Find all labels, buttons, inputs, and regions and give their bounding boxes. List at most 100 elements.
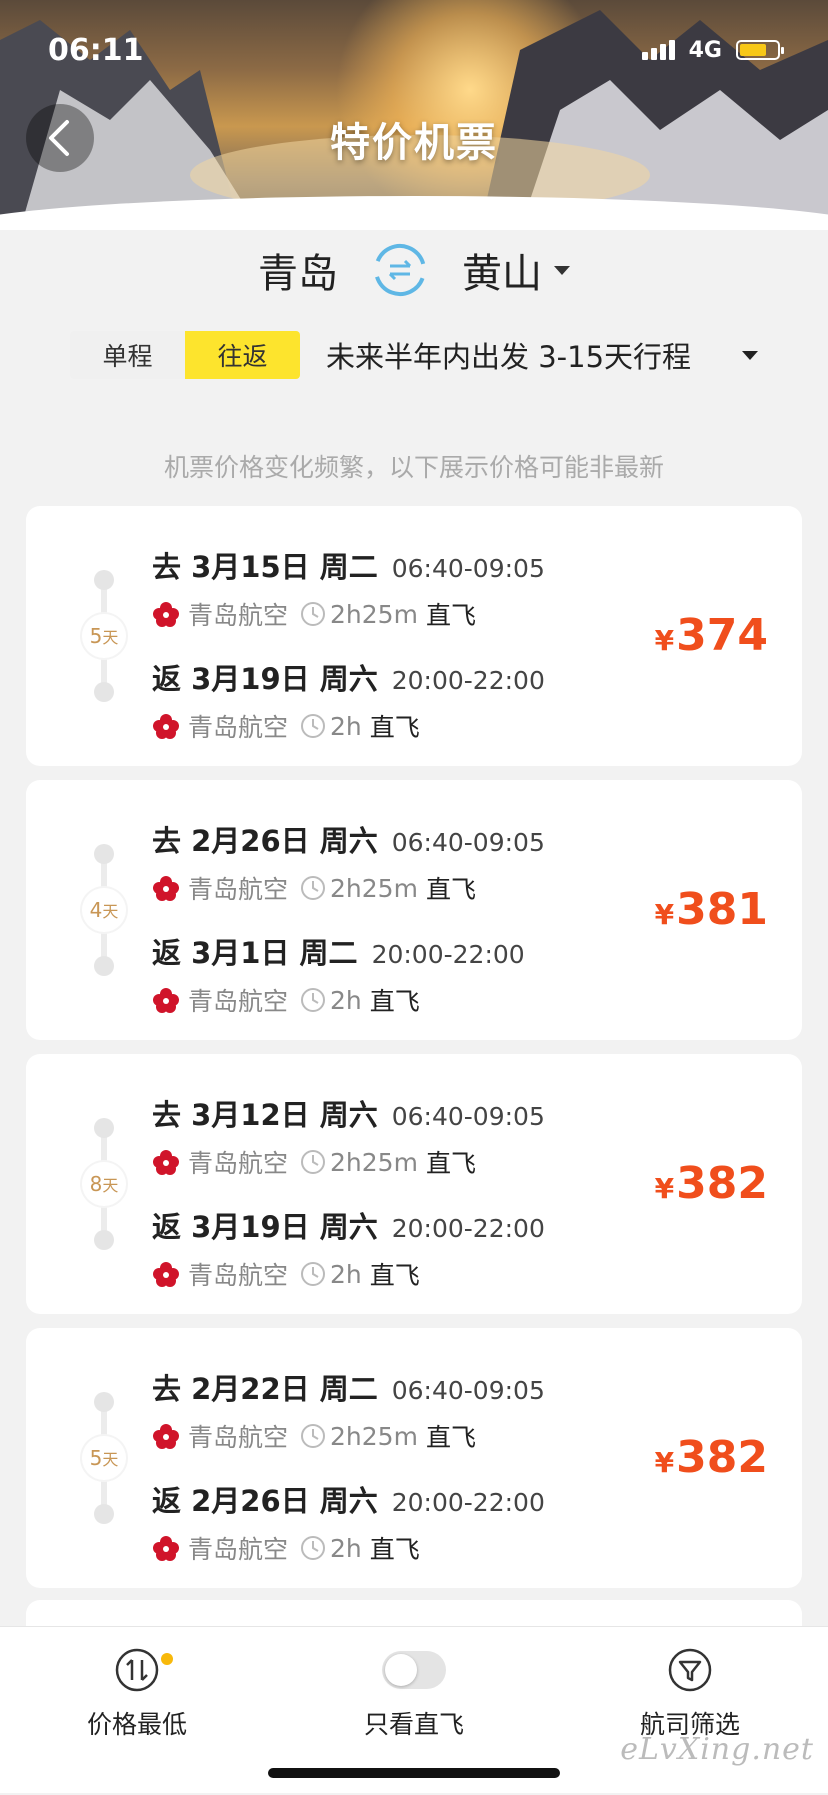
- flight-time: 20:00-22:00: [391, 666, 545, 695]
- flight-result-card[interactable]: 5天去 3月15日 周二 06:40-09:05 青岛航空 2h25m 直飞返 3月19…: [26, 506, 802, 766]
- filter-icon: [668, 1648, 712, 1692]
- caret-down-icon: [554, 265, 570, 275]
- clock-icon: [301, 1536, 326, 1560]
- airline-logo-icon: [153, 1424, 179, 1449]
- notification-dot: [161, 1653, 173, 1665]
- currency-symbol: ¥: [654, 898, 675, 931]
- trip-days-unit: 天: [102, 1450, 119, 1469]
- trip-days-badge: 5天: [82, 614, 126, 658]
- flight-result-card[interactable]: 4天去 2月26日 周六 06:40-09:05 青岛航空 2h25m 直飞返 3月1日…: [26, 780, 802, 1040]
- date-range-selector[interactable]: 未来半年内出发 3-15天行程: [326, 334, 742, 376]
- clock-icon: [301, 988, 326, 1012]
- battery-icon: [736, 40, 784, 60]
- flight-date: 去 2月22日 周二: [152, 1372, 378, 1406]
- trip-days-unit: 天: [102, 628, 119, 647]
- airline-name: 青岛航空: [188, 713, 289, 742]
- price-value: 382: [676, 1158, 768, 1209]
- destination-picker[interactable]: 黄山: [462, 241, 570, 299]
- airline-name: 青岛航空: [188, 1423, 289, 1452]
- flight-date: 去 2月26日 周六: [152, 824, 378, 858]
- trip-timeline: 4天: [82, 840, 126, 980]
- flight-type: 直飞: [425, 1423, 476, 1452]
- flight-date: 返 2月26日 周六: [152, 1484, 378, 1518]
- flight-result-card[interactable]: 5天去 2月22日 周二 06:40-09:05 青岛航空 2h25m 直飞返 2月26…: [26, 1328, 802, 1588]
- flight-date: 返 3月1日 周二: [152, 936, 358, 970]
- price-value: 382: [676, 1432, 768, 1483]
- trip-timeline: 5天: [82, 1388, 126, 1528]
- flight-time: 06:40-09:05: [391, 1376, 545, 1405]
- flight-time: 20:00-22:00: [391, 1214, 545, 1243]
- price: ¥382: [655, 1432, 768, 1483]
- flight-result-card[interactable]: 8天去 3月12日 周六 06:40-09:05 青岛航空 2h25m 直飞返 3月19…: [26, 1054, 802, 1314]
- caret-down-icon[interactable]: [742, 350, 758, 360]
- airline-name: 青岛航空: [188, 1261, 289, 1290]
- status-bar: 06:11 4G: [48, 30, 784, 70]
- return-flight: 返 3月1日 周二 20:00-22:00 青岛航空 2h 直飞: [152, 930, 525, 1018]
- airline-logo-icon: [153, 714, 179, 739]
- trip-days: 5: [89, 624, 103, 648]
- watermark: eLvXing.net: [620, 1732, 814, 1767]
- flight-duration: 2h: [330, 711, 362, 741]
- toggle-switch[interactable]: [382, 1651, 446, 1689]
- clock-icon: [301, 602, 326, 626]
- sort-icon: [115, 1648, 159, 1692]
- flight-duration: 2h25m: [330, 873, 418, 903]
- outbound-flight: 去 2月22日 周二 06:40-09:05 青岛航空 2h25m 直飞: [152, 1366, 545, 1454]
- trip-days: 5: [89, 1446, 103, 1470]
- sort-by-price-button[interactable]: 价格最低: [37, 1641, 237, 1741]
- trip-days: 8: [89, 1172, 103, 1196]
- clock-icon: [301, 876, 326, 900]
- return-flight: 返 3月19日 周六 20:00-22:00 青岛航空 2h 直飞: [152, 656, 545, 744]
- flight-duration: 2h: [330, 1533, 362, 1563]
- flight-type: 直飞: [425, 601, 476, 630]
- one-way-option[interactable]: 单程: [70, 331, 185, 379]
- airline-logo-icon: [153, 1150, 179, 1175]
- origin-city[interactable]: 青岛: [258, 241, 338, 299]
- price-notice: 机票价格变化频繁，以下展示价格可能非最新: [163, 453, 664, 482]
- flight-date: 返 3月19日 周六: [152, 1210, 378, 1244]
- airline-logo-icon: [153, 988, 179, 1013]
- clock-icon: [301, 1150, 326, 1174]
- clock-icon: [301, 1424, 326, 1448]
- airline-logo-icon: [153, 602, 179, 627]
- sort-by-price-label: 价格最低: [86, 1710, 187, 1739]
- flight-type: 直飞: [425, 1149, 476, 1178]
- currency-symbol: ¥: [654, 1172, 675, 1205]
- flight-time: 20:00-22:00: [371, 940, 525, 969]
- airline-name: 青岛航空: [188, 1149, 289, 1178]
- signal-icon: [641, 40, 675, 60]
- flight-time: 06:40-09:05: [391, 554, 545, 583]
- airline-name: 青岛航空: [188, 987, 289, 1016]
- route-selector: 青岛 黄山: [0, 230, 828, 310]
- price-value: 374: [676, 610, 768, 661]
- flight-time: 06:40-09:05: [391, 1102, 545, 1131]
- flight-duration: 2h: [330, 1259, 362, 1289]
- network-label: 4G: [688, 37, 722, 63]
- swap-icon[interactable]: [372, 242, 428, 298]
- price: ¥382: [655, 1158, 768, 1209]
- flight-date: 去 3月15日 周二: [152, 550, 378, 584]
- trip-days-badge: 5天: [82, 1436, 126, 1480]
- page-title: 特价机票: [330, 120, 498, 166]
- return-flight: 返 2月26日 周六 20:00-22:00 青岛航空 2h 直飞: [152, 1478, 545, 1566]
- price: ¥381: [655, 884, 768, 935]
- airline-filter-button[interactable]: 航司筛选: [590, 1641, 790, 1741]
- flight-type: 直飞: [369, 1261, 420, 1290]
- trip-filters: 单程 往返 未来半年内出发 3-15天行程: [70, 330, 758, 380]
- clock-icon: [301, 714, 326, 738]
- direct-only-label: 只看直飞: [363, 1710, 464, 1739]
- price: ¥374: [655, 610, 768, 661]
- flight-type: 直飞: [369, 1535, 420, 1564]
- destination-city: 黄山: [462, 251, 542, 297]
- currency-symbol: ¥: [654, 1446, 675, 1479]
- direct-only-toggle[interactable]: 只看直飞: [314, 1641, 514, 1741]
- flight-date: 返 3月19日 周六: [152, 662, 378, 696]
- trip-timeline: 5天: [82, 566, 126, 706]
- trip-days-unit: 天: [102, 902, 119, 921]
- round-trip-option[interactable]: 往返: [185, 331, 300, 379]
- outbound-flight: 去 2月26日 周六 06:40-09:05 青岛航空 2h25m 直飞: [152, 818, 545, 906]
- airline-logo-icon: [153, 1262, 179, 1287]
- airline-name: 青岛航空: [188, 1535, 289, 1564]
- airline-name: 青岛航空: [188, 875, 289, 904]
- flight-duration: 2h25m: [330, 599, 418, 629]
